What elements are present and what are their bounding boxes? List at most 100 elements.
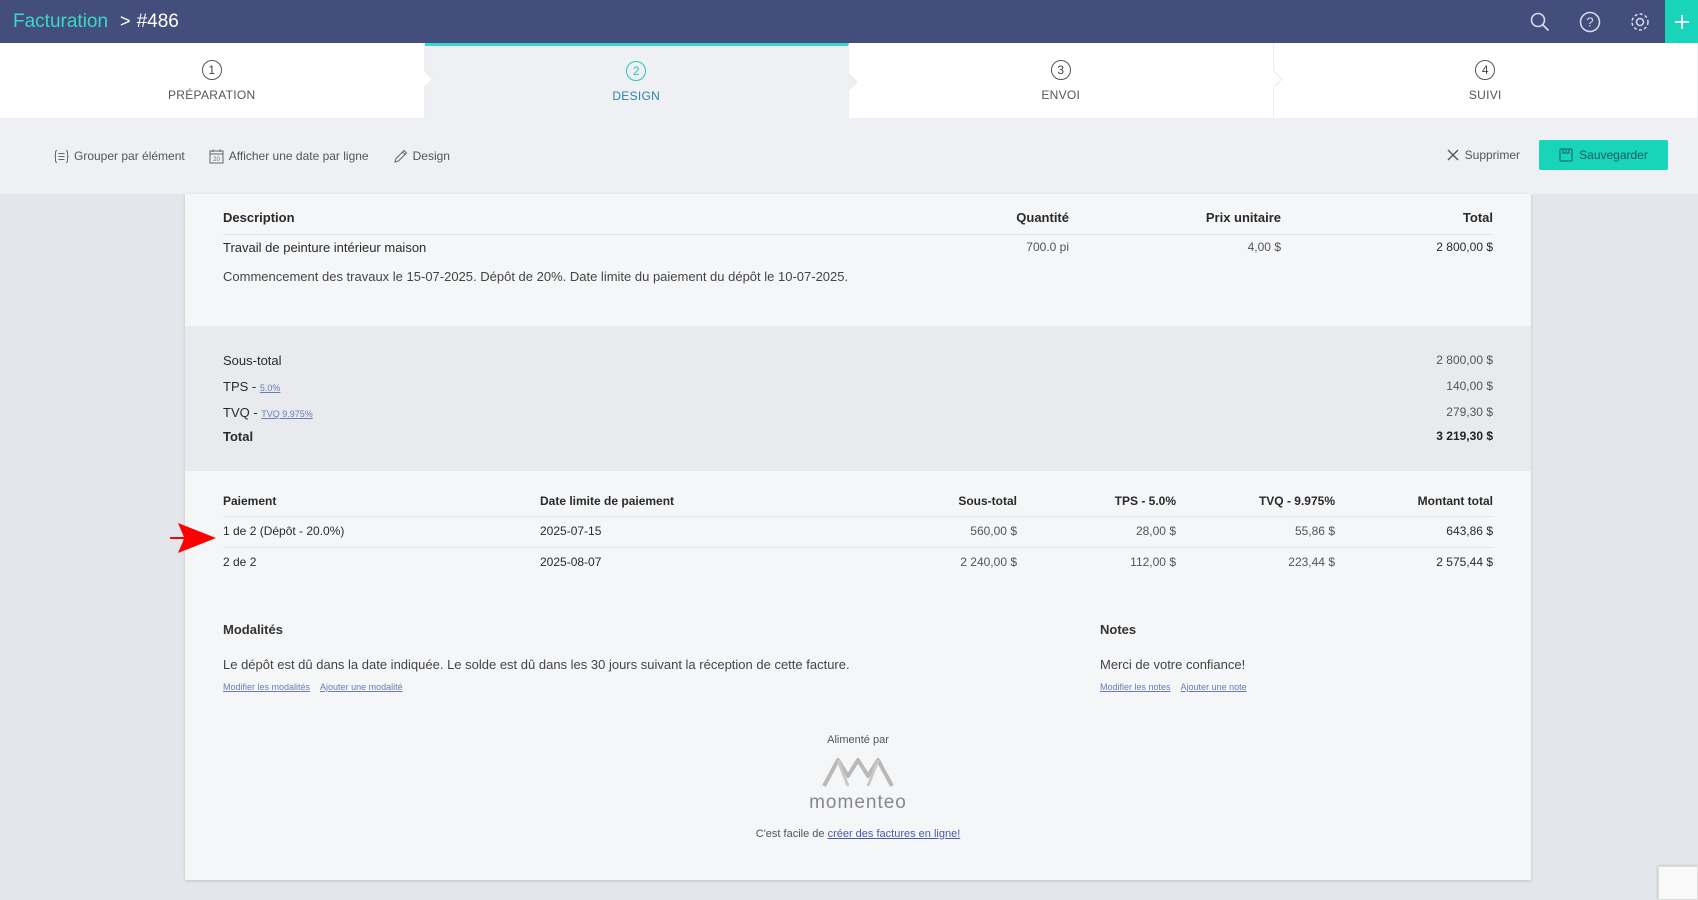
top-bar: Facturation > #486 ? (0, 0, 1698, 43)
help-icon[interactable]: ? (1565, 0, 1615, 43)
settings-icon[interactable] (1615, 0, 1665, 43)
payment-tvq: 223,44 $ (1288, 555, 1335, 569)
tab-envoi[interactable]: 3 ENVOI (849, 43, 1282, 118)
delete-button[interactable]: Supprimer (1447, 148, 1520, 162)
payment-tps: 28,00 $ (1135, 524, 1176, 538)
plus-icon[interactable] (1665, 0, 1698, 43)
cta-prefix: C'est facile de (755, 828, 828, 840)
notes-section: Notes Merci de votre confiance! Modifier… (1100, 622, 1460, 692)
momenteo-logo: momenteo (185, 754, 1531, 814)
payment-due-date: 2025-07-15 (540, 524, 602, 538)
step-label: PRÉPARATION (167, 87, 256, 102)
top-actions: ? (1515, 0, 1698, 43)
tab-suivi[interactable]: 4 SUIVI (1274, 43, 1698, 118)
step-number: 4 (1475, 59, 1496, 80)
header-amount-total: Montant total (1417, 494, 1493, 508)
momenteo-logo-mark (822, 758, 894, 787)
notes-title: Notes (1100, 622, 1137, 637)
header-total: Total (1462, 210, 1493, 225)
payment-tvq: 55,86 $ (1294, 524, 1335, 538)
breadcrumb-root[interactable]: Facturation (13, 11, 108, 33)
edit-notes-link[interactable]: Modifier les notes (1100, 682, 1171, 692)
header-payment: Paiement (223, 494, 277, 508)
group-icon (54, 149, 69, 163)
breadcrumb-separator: > (120, 11, 131, 31)
group-by-item-button[interactable]: Grouper par élément (54, 149, 185, 164)
header-quantity: Quantité (1016, 210, 1069, 225)
divider (223, 234, 1493, 235)
header-tps: TPS - 5.0% (1114, 494, 1176, 508)
payment-tps: 112,00 $ (1130, 555, 1176, 569)
notes-links: Modifier les notes Ajouter une note (1100, 682, 1460, 692)
save-button[interactable]: Sauvegarder (1539, 140, 1668, 170)
tvq-label: TVQ - (223, 405, 262, 420)
save-label: Sauvegarder (1579, 148, 1648, 162)
svg-text:?: ? (1586, 14, 1593, 29)
item-total: 2 800,00 $ (1436, 240, 1493, 254)
recaptcha-badge[interactable] (1658, 866, 1698, 900)
edit-terms-link[interactable]: Modifier les modalités (223, 682, 310, 692)
terms-title: Modalités (223, 622, 283, 637)
tps-rate-link[interactable]: 5.0% (260, 383, 281, 393)
tvq-rate-link[interactable]: TVQ 9.975% (261, 409, 313, 419)
terms-section: Modalités Le dépôt est dû dans la date i… (223, 622, 1083, 692)
powered-by: Alimenté par momenteo C'est facile de cr… (185, 734, 1531, 840)
item-quantity: 700.0 pi (1026, 240, 1069, 254)
header-unit-price: Prix unitaire (1205, 210, 1281, 225)
step-label: ENVOI (1041, 87, 1081, 102)
tps-label: TPS - (223, 379, 260, 394)
step-number: 3 (1050, 59, 1071, 80)
pointer-arrow-icon (170, 523, 216, 553)
divider (223, 547, 1493, 548)
total-label: Total (223, 429, 254, 444)
powered-cta: C'est facile de créer des factures en li… (185, 828, 1531, 840)
toolbar-actions: Supprimer Sauvegarder (1447, 140, 1668, 170)
payment-subtotal: 2 240,00 $ (960, 555, 1017, 569)
invoice-number: #486 (136, 10, 179, 32)
powered-label: Alimenté par (827, 734, 889, 746)
tab-preparation[interactable]: 1 PRÉPARATION (0, 43, 433, 118)
divider (223, 516, 1493, 517)
header-subtotal: Sous-total (958, 494, 1017, 508)
calendar-icon: 20 (209, 149, 224, 163)
header-due-date: Date limite de paiement (540, 494, 675, 508)
date-per-line-button[interactable]: 20 Afficher une date par ligne (209, 149, 369, 164)
group-by-item-label: Grouper par élément (74, 149, 185, 163)
item-note: Commencement des travaux le 15-07-2025. … (223, 269, 849, 284)
payment-subtotal: 560,00 $ (970, 524, 1017, 538)
invoice-document: Description Quantité Prix unitaire Total… (185, 194, 1531, 880)
tps-value: 140,00 $ (1446, 379, 1493, 393)
add-note-link[interactable]: Ajouter une note (1181, 682, 1247, 692)
step-label: DESIGN (612, 89, 661, 103)
payment-label: 1 de 2 (Dépôt - 20.0%) (223, 524, 345, 538)
step-tabs: 1 PRÉPARATION 2 DESIGN 3 ENVOI 4 SUIVI (0, 43, 1698, 118)
payment-total: 643,86 $ (1446, 524, 1493, 538)
subtotal-label: Sous-total (223, 353, 282, 368)
payment-label: 2 de 2 (223, 555, 257, 569)
item-description: Travail de peinture intérieur maison (223, 240, 427, 255)
step-number: 1 (201, 59, 222, 80)
header-tvq: TVQ - 9.975% (1258, 494, 1335, 508)
brand-name: momenteo (809, 792, 907, 813)
create-invoices-link[interactable]: créer des factures en ligne! (828, 828, 961, 840)
total-value: 3 219,30 $ (1436, 429, 1493, 443)
pencil-icon (393, 149, 407, 163)
search-icon[interactable] (1515, 0, 1565, 43)
payment-total: 2 575,44 $ (1436, 555, 1493, 569)
step-label: SUIVI (1468, 87, 1502, 102)
svg-text:20: 20 (213, 157, 220, 163)
date-per-line-label: Afficher une date par ligne (228, 149, 369, 163)
delete-label: Supprimer (1464, 148, 1520, 162)
save-icon (1559, 148, 1573, 162)
tvq-label-group: TVQ - TVQ 9.975% (223, 405, 313, 420)
close-icon (1447, 149, 1459, 161)
tab-design[interactable]: 2 DESIGN (424, 43, 858, 118)
add-term-link[interactable]: Ajouter une modalité (320, 682, 403, 692)
design-button[interactable]: Design (393, 149, 450, 164)
notes-body: Merci de votre confiance! (1100, 657, 1246, 672)
step-number: 2 (626, 61, 647, 81)
tps-label-group: TPS - 5.0% (223, 379, 280, 394)
terms-body: Le dépôt est dû dans la date indiquée. L… (223, 657, 850, 672)
header-description: Description (223, 210, 295, 225)
item-unit-price: 4,00 $ (1247, 240, 1281, 254)
